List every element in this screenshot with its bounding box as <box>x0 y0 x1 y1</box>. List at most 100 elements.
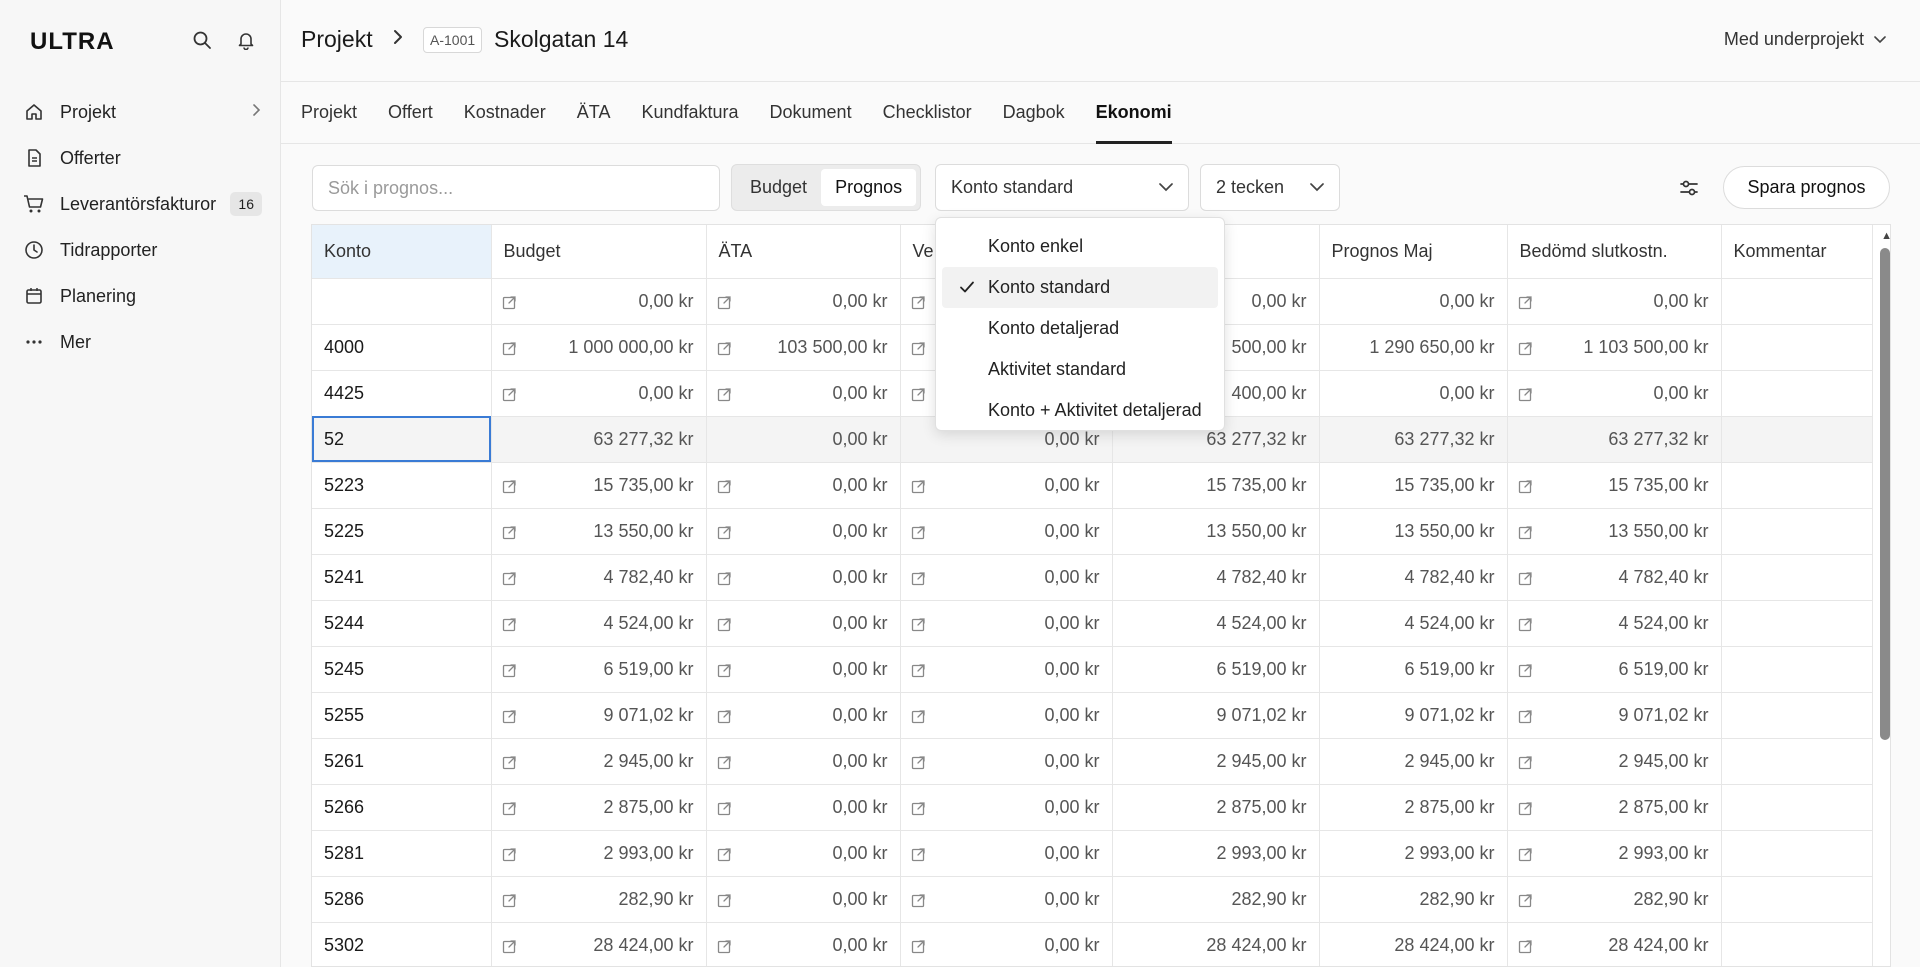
dropdown-option[interactable]: Aktivitet standard <box>942 349 1218 390</box>
ve-cell[interactable]: 0,00 kr <box>900 876 1113 923</box>
sidebar-item-planering[interactable]: Planering <box>14 273 270 319</box>
account-cell[interactable]: 5281 <box>312 830 492 877</box>
open-external-icon[interactable] <box>1518 938 1533 953</box>
account-cell[interactable]: 4425 <box>312 370 492 417</box>
account-cell[interactable]: 5241 <box>312 554 492 601</box>
open-external-icon[interactable] <box>1518 294 1533 309</box>
subproject-select[interactable]: Med underprojekt <box>1724 29 1886 50</box>
prognos-cell[interactable]: 4 782,40 kr <box>1319 554 1508 601</box>
kostnad-cell[interactable]: 4 524,00 kr <box>1112 600 1320 647</box>
open-external-icon[interactable] <box>1518 340 1533 355</box>
sliders-icon[interactable] <box>1676 175 1702 201</box>
ata-cell[interactable]: 0,00 kr <box>706 462 901 509</box>
tab-projekt[interactable]: Projekt <box>301 83 357 144</box>
open-external-icon[interactable] <box>717 570 732 585</box>
kostnad-cell[interactable]: 28 424,00 kr <box>1112 922 1320 966</box>
prognos-cell[interactable]: 13 550,00 kr <box>1319 508 1508 555</box>
open-external-icon[interactable] <box>717 616 732 631</box>
slut-cell[interactable]: 0,00 kr <box>1507 370 1722 417</box>
slut-cell[interactable]: 2 875,00 kr <box>1507 784 1722 831</box>
open-external-icon[interactable] <box>911 754 926 769</box>
open-external-icon[interactable] <box>502 662 517 677</box>
budget-cell[interactable]: 0,00 kr <box>491 278 707 325</box>
char-count-select[interactable]: 2 tecken <box>1200 164 1340 211</box>
budget-cell[interactable]: 15 735,00 kr <box>491 462 707 509</box>
sidebar-item-mer[interactable]: Mer <box>14 319 270 365</box>
open-external-icon[interactable] <box>911 524 926 539</box>
ata-cell[interactable]: 0,00 kr <box>706 784 901 831</box>
slut-cell[interactable]: 282,90 kr <box>1507 876 1722 923</box>
prognos-cell[interactable]: 28 424,00 kr <box>1319 922 1508 966</box>
ata-cell[interactable]: 0,00 kr <box>706 738 901 785</box>
open-external-icon[interactable] <box>717 524 732 539</box>
slut-cell[interactable]: 4 524,00 kr <box>1507 600 1722 647</box>
budget-cell[interactable]: 4 524,00 kr <box>491 600 707 647</box>
comment-cell[interactable] <box>1721 416 1873 463</box>
column-header[interactable]: Budget <box>491 225 707 279</box>
slut-cell[interactable]: 0,00 kr <box>1507 278 1722 325</box>
slut-cell[interactable]: 28 424,00 kr <box>1507 922 1722 966</box>
vertical-scrollbar[interactable] <box>1880 248 1890 740</box>
kostnad-cell[interactable]: 282,90 kr <box>1112 876 1320 923</box>
budget-cell[interactable]: 2 993,00 kr <box>491 830 707 877</box>
ve-cell[interactable]: 0,00 kr <box>900 784 1113 831</box>
toggle-prognos[interactable]: Prognos <box>821 169 917 206</box>
comment-cell[interactable] <box>1721 278 1873 325</box>
comment-cell[interactable] <box>1721 922 1873 966</box>
open-external-icon[interactable] <box>1518 478 1533 493</box>
ata-cell[interactable]: 0,00 kr <box>706 692 901 739</box>
open-external-icon[interactable] <box>502 846 517 861</box>
open-external-icon[interactable] <box>502 708 517 723</box>
column-header[interactable]: Prognos Maj <box>1319 225 1508 279</box>
open-external-icon[interactable] <box>911 662 926 677</box>
comment-cell[interactable] <box>1721 830 1873 877</box>
dropdown-option[interactable]: Konto detaljerad <box>942 308 1218 349</box>
open-external-icon[interactable] <box>911 800 926 815</box>
budget-cell[interactable]: 9 071,02 kr <box>491 692 707 739</box>
dropdown-option[interactable]: Konto + Aktivitet detaljerad <box>942 390 1218 431</box>
comment-cell[interactable] <box>1721 784 1873 831</box>
tab-dokument[interactable]: Dokument <box>770 83 852 144</box>
ata-cell[interactable]: 0,00 kr <box>706 922 901 966</box>
ata-cell[interactable]: 0,00 kr <box>706 508 901 555</box>
account-cell[interactable]: 5245 <box>312 646 492 693</box>
ve-cell[interactable]: 0,00 kr <box>900 922 1113 966</box>
column-header[interactable]: Konto <box>312 225 492 279</box>
open-external-icon[interactable] <box>717 662 732 677</box>
kostnad-cell[interactable]: 2 993,00 kr <box>1112 830 1320 877</box>
account-level-select[interactable]: Konto standard <box>935 164 1189 211</box>
open-external-icon[interactable] <box>502 294 517 309</box>
account-cell[interactable]: 5266 <box>312 784 492 831</box>
account-cell[interactable]: 4000 <box>312 324 492 371</box>
ve-cell[interactable]: 0,00 kr <box>900 508 1113 555</box>
account-cell[interactable]: 5223 <box>312 462 492 509</box>
prognos-cell[interactable]: 1 290 650,00 kr <box>1319 324 1508 371</box>
tab-kundfaktura[interactable]: Kundfaktura <box>641 83 738 144</box>
prognos-cell[interactable]: 0,00 kr <box>1319 370 1508 417</box>
open-external-icon[interactable] <box>502 524 517 539</box>
ve-cell[interactable]: 0,00 kr <box>900 646 1113 693</box>
tab-checklistor[interactable]: Checklistor <box>883 83 972 144</box>
slut-cell[interactable]: 9 071,02 kr <box>1507 692 1722 739</box>
open-external-icon[interactable] <box>1518 616 1533 631</box>
search-input[interactable] <box>312 165 720 211</box>
open-external-icon[interactable] <box>502 386 517 401</box>
open-external-icon[interactable] <box>502 892 517 907</box>
kostnad-cell[interactable]: 15 735,00 kr <box>1112 462 1320 509</box>
open-external-icon[interactable] <box>717 708 732 723</box>
open-external-icon[interactable] <box>1518 754 1533 769</box>
slut-cell[interactable]: 1 103 500,00 kr <box>1507 324 1722 371</box>
ata-cell[interactable]: 0,00 kr <box>706 278 901 325</box>
open-external-icon[interactable] <box>1518 570 1533 585</box>
open-external-icon[interactable] <box>911 938 926 953</box>
budget-cell[interactable]: 6 519,00 kr <box>491 646 707 693</box>
open-external-icon[interactable] <box>1518 662 1533 677</box>
open-external-icon[interactable] <box>911 616 926 631</box>
slut-cell[interactable]: 2 993,00 kr <box>1507 830 1722 877</box>
ata-cell[interactable]: 0,00 kr <box>706 830 901 877</box>
tab-äta[interactable]: ÄTA <box>577 83 611 144</box>
comment-cell[interactable] <box>1721 646 1873 693</box>
open-external-icon[interactable] <box>911 570 926 585</box>
account-cell[interactable]: 52 <box>312 416 492 463</box>
account-cell[interactable]: 5302 <box>312 922 492 966</box>
